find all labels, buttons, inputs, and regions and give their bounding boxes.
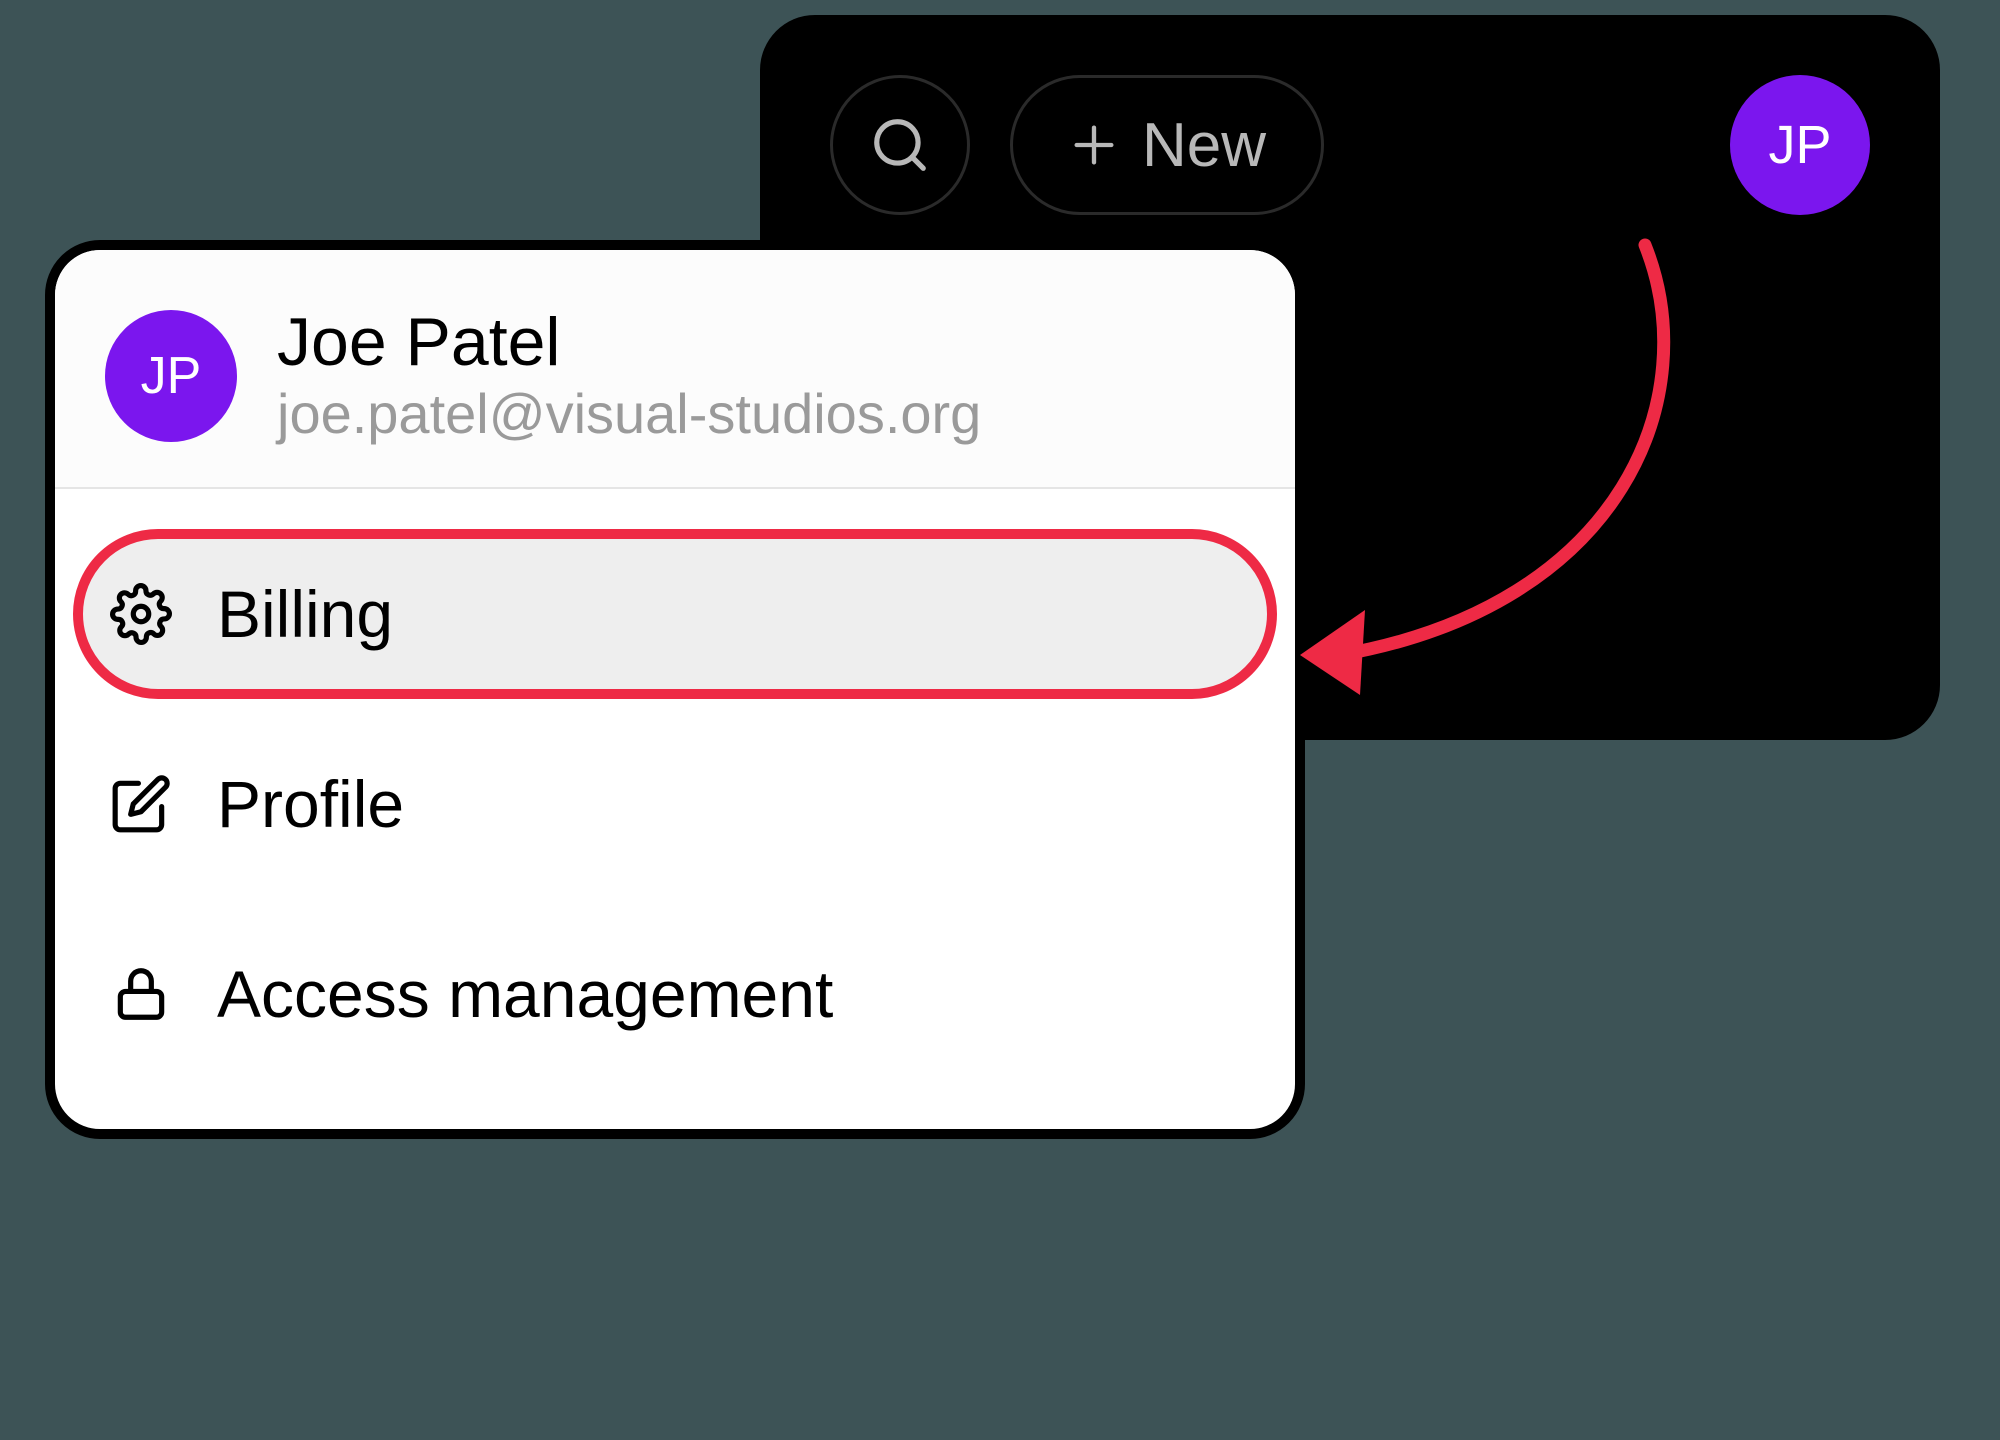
user-menu-popover: JP Joe Patel joe.patel@visual-studios.or…: [45, 240, 1305, 1139]
search-icon: [869, 114, 931, 176]
menu-item-profile[interactable]: Profile: [55, 709, 1295, 899]
gear-icon: [110, 583, 172, 645]
avatar: JP: [105, 310, 237, 442]
plus-icon: [1068, 119, 1120, 171]
new-button-label: New: [1142, 110, 1266, 181]
menu-item-label: Billing: [217, 576, 393, 652]
new-button[interactable]: New: [1010, 75, 1324, 215]
edit-icon: [110, 773, 172, 835]
menu-list: Billing Profile Access management: [55, 489, 1295, 1129]
user-menu-header: JP Joe Patel joe.patel@visual-studios.or…: [55, 250, 1295, 489]
user-name: Joe Patel: [277, 305, 981, 380]
search-button[interactable]: [830, 75, 970, 215]
avatar-initials: JP: [1768, 114, 1831, 176]
user-email: joe.patel@visual-studios.org: [277, 380, 981, 447]
menu-item-billing[interactable]: Billing: [55, 519, 1295, 709]
avatar-button[interactable]: JP: [1730, 75, 1870, 215]
lock-icon: [110, 963, 172, 1025]
menu-item-label: Profile: [217, 766, 404, 842]
user-info: Joe Patel joe.patel@visual-studios.org: [277, 305, 981, 447]
menu-item-access-management[interactable]: Access management: [55, 899, 1295, 1089]
avatar-initials: JP: [141, 346, 202, 406]
menu-item-label: Access management: [217, 956, 833, 1032]
